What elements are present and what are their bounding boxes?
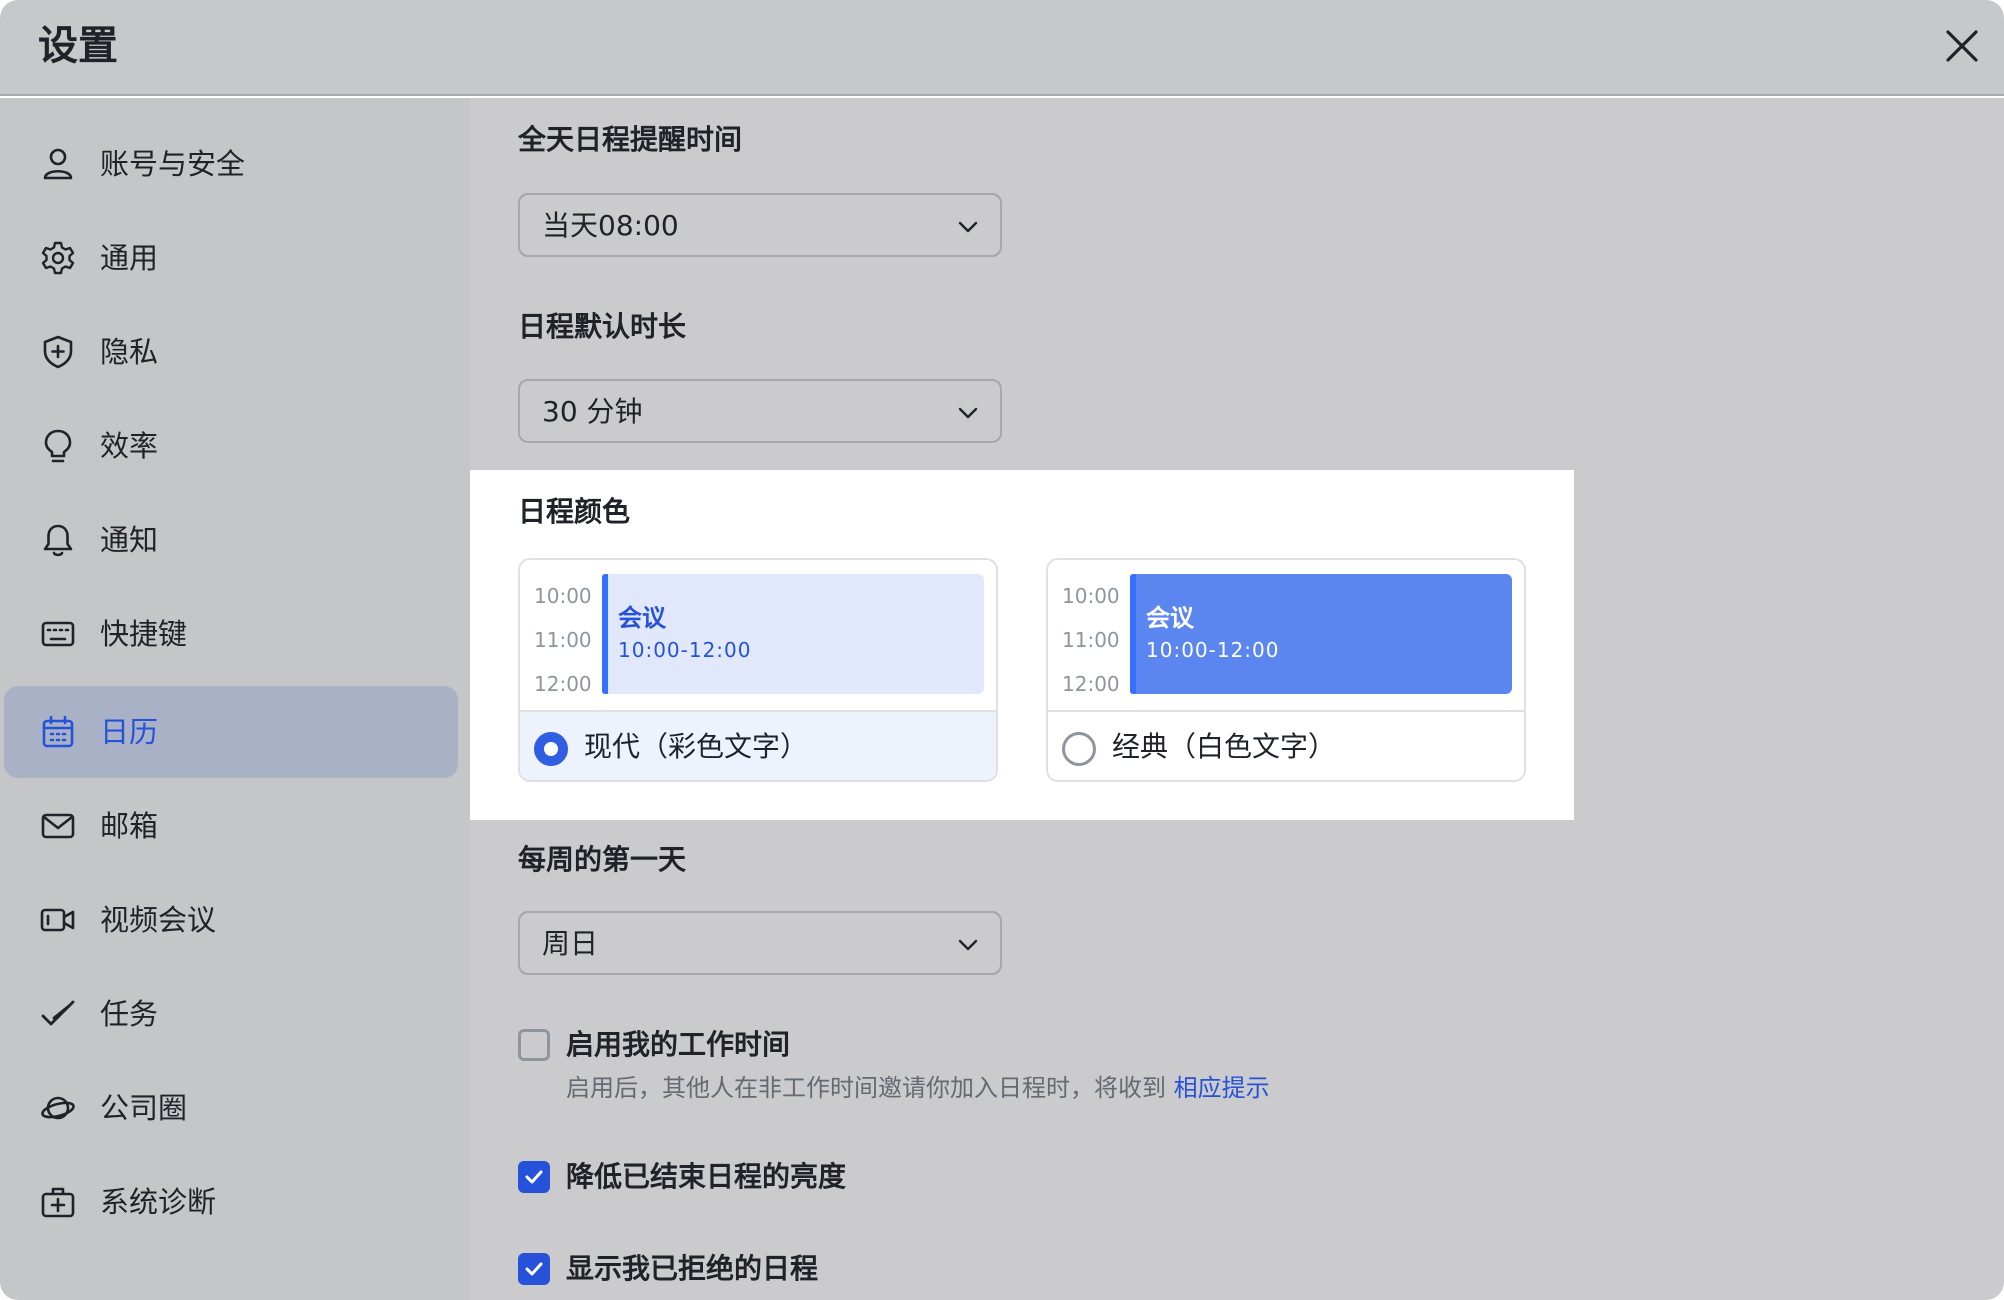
close-button[interactable] [1936, 20, 1988, 72]
sidebar-item-video-meeting[interactable]: 视频会议 [4, 874, 458, 966]
sidebar-item-label: 公司圈 [100, 1091, 188, 1125]
shield-icon [40, 334, 76, 370]
sidebar-item-label: 账号与安全 [100, 147, 246, 181]
event-preview: 会议 10:00-12:00 [602, 574, 984, 694]
working-hours-checkbox[interactable] [518, 1029, 550, 1061]
mail-icon [40, 808, 76, 844]
allday-reminder-select[interactable]: 当天08:00 [518, 193, 1002, 257]
sidebar-item-label: 日历 [100, 715, 159, 749]
sidebar-item-label: 隐私 [100, 335, 159, 369]
sidebar-item-general[interactable]: 通用 [4, 212, 458, 304]
select-value: 当天08:00 [542, 209, 679, 242]
sidebar-item-label: 邮箱 [100, 809, 159, 843]
sidebar-item-calendar[interactable]: 日历 [4, 686, 458, 778]
sidebar-item-label: 系统诊断 [100, 1185, 217, 1219]
checkmark-icon [525, 1170, 543, 1184]
allday-reminder-title: 全天日程提醒时间 [518, 123, 743, 156]
time-labels: 10:00 11:00 12:00 [1062, 584, 1120, 696]
sidebar-item-privacy[interactable]: 隐私 [4, 306, 458, 398]
sidebar-item-account-security[interactable]: 账号与安全 [4, 118, 458, 210]
dim-past-label: 降低已结束日程的亮度 [566, 1160, 847, 1193]
color-option-label: 现代（彩色文字） [584, 730, 809, 763]
sidebar-item-label: 通用 [100, 241, 159, 275]
sidebar-item-tasks[interactable]: 任务 [4, 968, 458, 1060]
event-title: 会议 [618, 604, 666, 632]
settings-sidebar: 账号与安全 通用 隐私 效率 通知 快捷键 日历 邮箱 视频会议 任务 公司圈 … [0, 98, 470, 1300]
color-option-modern[interactable]: 10:00 11:00 12:00 会议 10:00-12:00 现代（彩色文字… [518, 558, 998, 782]
sidebar-item-shortcuts[interactable]: 快捷键 [4, 588, 458, 680]
sidebar-item-label: 视频会议 [100, 903, 217, 937]
medkit-icon [40, 1184, 76, 1220]
sidebar-item-label: 效率 [100, 429, 159, 463]
bell-icon [40, 522, 76, 558]
radio-modern[interactable] [534, 732, 568, 766]
select-value: 30 分钟 [542, 395, 643, 428]
settings-header: 设置 [0, 0, 2004, 96]
task-check-icon [40, 996, 76, 1032]
show-declined-label: 显示我已拒绝的日程 [566, 1252, 819, 1285]
page-title: 设置 [38, 23, 118, 69]
event-color-section: 日程颜色 10:00 11:00 12:00 会议 10:00-12:00 现代… [470, 470, 1574, 820]
sidebar-item-label: 任务 [100, 997, 159, 1031]
working-hours-label: 启用我的工作时间 [566, 1028, 791, 1061]
color-option-label: 经典（白色文字） [1112, 730, 1337, 763]
event-preview: 会议 10:00-12:00 [1130, 574, 1512, 694]
event-title: 会议 [1146, 604, 1194, 632]
video-icon [40, 902, 76, 938]
event-time: 10:00-12:00 [1146, 638, 1280, 662]
sidebar-item-mail[interactable]: 邮箱 [4, 780, 458, 872]
lightbulb-icon [40, 428, 76, 464]
working-hours-hint: 启用后，其他人在非工作时间邀请你加入日程时，将收到 相应提示 [566, 1074, 1270, 1102]
sidebar-item-company-circle[interactable]: 公司圈 [4, 1062, 458, 1154]
sidebar-item-system-diagnostics[interactable]: 系统诊断 [4, 1156, 458, 1248]
dim-past-checkbox[interactable] [518, 1161, 550, 1193]
radio-classic[interactable] [1062, 732, 1096, 766]
settings-window: 设置 账号与安全 通用 隐私 效率 通知 快捷键 日历 邮箱 视频会议 任务 公… [0, 0, 2004, 1300]
sidebar-item-efficiency[interactable]: 效率 [4, 400, 458, 492]
hint-link[interactable]: 相应提示 [1174, 1074, 1270, 1102]
show-declined-checkbox[interactable] [518, 1253, 550, 1285]
week-start-title: 每周的第一天 [518, 843, 687, 876]
chevron-down-icon [958, 221, 978, 233]
keyboard-icon [40, 616, 76, 652]
chevron-down-icon [958, 939, 978, 951]
time-labels: 10:00 11:00 12:00 [534, 584, 592, 696]
chevron-down-icon [958, 407, 978, 419]
sidebar-item-label: 通知 [100, 523, 159, 557]
default-duration-title: 日程默认时长 [518, 310, 687, 343]
week-start-select[interactable]: 周日 [518, 911, 1002, 975]
planet-icon [40, 1090, 76, 1126]
select-value: 周日 [542, 927, 599, 960]
event-color-title: 日程颜色 [518, 495, 631, 528]
close-icon [1946, 30, 1978, 62]
checkmark-icon [525, 1262, 543, 1276]
color-option-classic[interactable]: 10:00 11:00 12:00 会议 10:00-12:00 经典（白色文字… [1046, 558, 1526, 782]
sidebar-item-notifications[interactable]: 通知 [4, 494, 458, 586]
calendar-icon [40, 714, 76, 750]
gear-icon [40, 240, 76, 276]
sidebar-item-label: 快捷键 [100, 617, 188, 651]
user-icon [40, 146, 76, 182]
event-time: 10:00-12:00 [618, 638, 752, 662]
default-duration-select[interactable]: 30 分钟 [518, 379, 1002, 443]
